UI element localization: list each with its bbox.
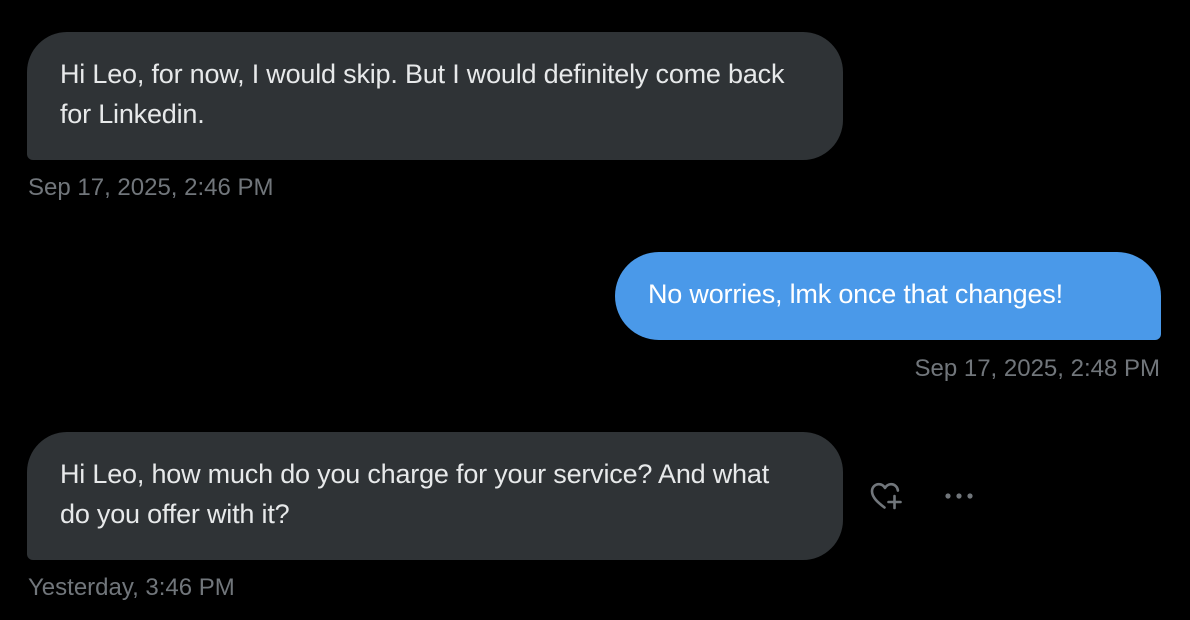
- message-timestamp: Sep 17, 2025, 2:46 PM: [28, 174, 274, 201]
- more-horizontal-icon: [945, 493, 973, 499]
- received-message-bubble[interactable]: Hi Leo, for now, I would skip. But I wou…: [27, 32, 843, 160]
- message-timestamp: Yesterday, 3:46 PM: [28, 574, 235, 601]
- more-options-button[interactable]: [940, 482, 978, 510]
- heart-plus-icon: [870, 482, 902, 510]
- message-text: Hi Leo, for now, I would skip. But I wou…: [60, 59, 785, 129]
- sent-message-bubble[interactable]: No worries, lmk once that changes!: [615, 252, 1161, 340]
- received-message-bubble[interactable]: Hi Leo, how much do you charge for your …: [27, 432, 843, 560]
- message-text: No worries, lmk once that changes!: [648, 279, 1063, 309]
- message-timestamp: Sep 17, 2025, 2:48 PM: [914, 355, 1160, 382]
- react-button[interactable]: [866, 478, 906, 514]
- message-text: Hi Leo, how much do you charge for your …: [60, 459, 769, 529]
